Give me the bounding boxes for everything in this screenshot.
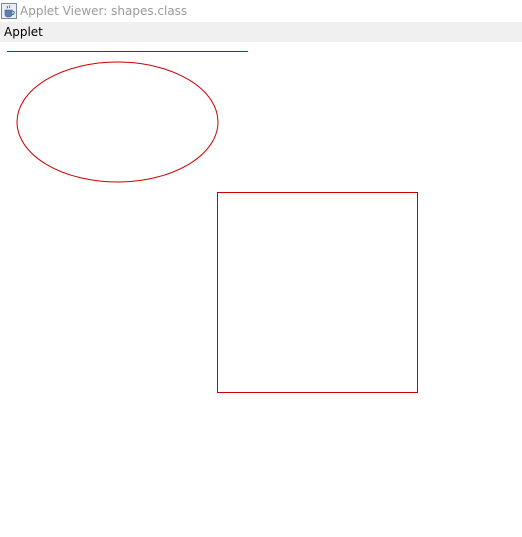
applet-canvas[interactable] [0,42,522,537]
menu-bar: Applet [0,22,522,42]
red-ellipse [16,61,219,183]
window-title: Applet Viewer: shapes.class [20,4,188,18]
applet-viewer-window: Applet Viewer: shapes.class Applet [0,0,522,537]
applet-drawing [7,51,418,393]
menu-applet[interactable]: Applet [0,22,49,42]
java-coffee-cup-icon [1,3,17,19]
title-bar[interactable]: Applet Viewer: shapes.class [0,0,522,22]
red-square [217,192,418,393]
